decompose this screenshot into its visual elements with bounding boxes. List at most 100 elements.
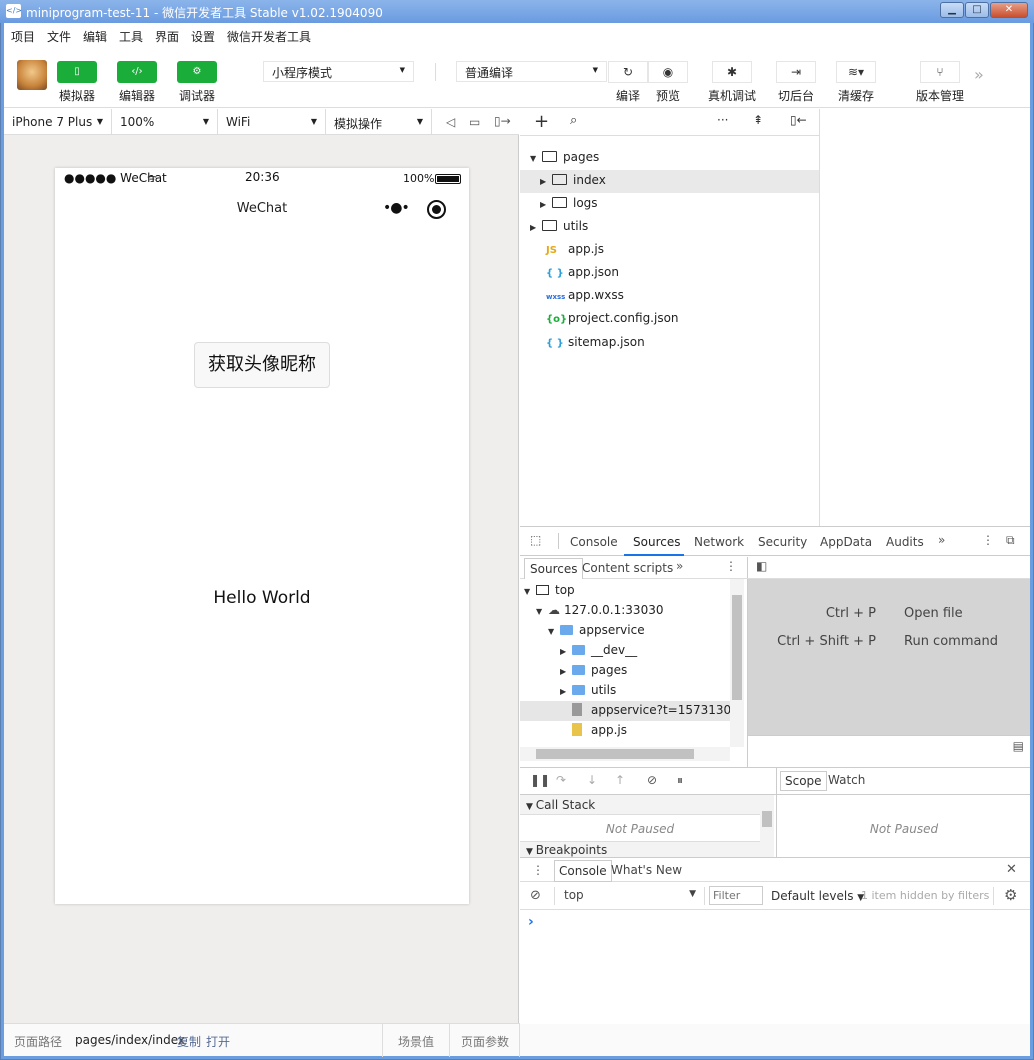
- compile-select[interactable]: 普通编译 ▼: [456, 61, 607, 82]
- pause-icon[interactable]: ❚❚: [530, 773, 550, 787]
- kebab-menu-icon[interactable]: ⋮: [532, 863, 544, 877]
- background-button[interactable]: ⇥: [776, 61, 816, 83]
- source-item-utils[interactable]: ▶ utils: [520, 681, 730, 701]
- menu-file[interactable]: 文件: [47, 28, 71, 45]
- tab-sources[interactable]: Sources: [633, 535, 680, 549]
- menu-edit[interactable]: 编辑: [83, 28, 107, 45]
- capsule-close-icon[interactable]: [427, 200, 446, 219]
- step-out-icon[interactable]: ↑: [615, 773, 625, 787]
- search-icon[interactable]: ⌕: [570, 113, 577, 128]
- kebab-menu-icon[interactable]: ⋮: [725, 559, 737, 573]
- source-item-appservice-file[interactable]: appservice?t=157313015: [520, 701, 730, 721]
- close-button[interactable]: ✕: [990, 2, 1028, 18]
- tree-item-utils[interactable]: ▶ utils: [520, 216, 819, 239]
- tree-item-app-js[interactable]: JS app.js: [520, 239, 819, 262]
- call-stack-header[interactable]: ▼ Call Stack: [520, 795, 760, 815]
- step-over-icon[interactable]: ↷: [556, 773, 566, 787]
- dock-icon[interactable]: ⧉: [1006, 533, 1015, 548]
- minimize-button[interactable]: ▁: [940, 2, 964, 18]
- source-item-dev[interactable]: ▶ __dev__: [520, 641, 730, 661]
- menu-settings[interactable]: 设置: [191, 28, 215, 45]
- page-params-button[interactable]: 页面参数: [461, 1033, 509, 1050]
- source-item-pages[interactable]: ▶ pages: [520, 661, 730, 681]
- breakpoints-header[interactable]: ▼ Breakpoints: [520, 841, 760, 857]
- tree-item-sitemap[interactable]: { } sitemap.json: [520, 332, 819, 355]
- more-tabs-icon[interactable]: »: [938, 533, 945, 547]
- source-item-host[interactable]: ▼ ☁ 127.0.0.1:33030: [520, 601, 730, 621]
- source-item-appservice[interactable]: ▼ appservice: [520, 621, 730, 641]
- filter-input[interactable]: [709, 886, 763, 905]
- clear-cache-button[interactable]: ≋▾: [836, 61, 876, 83]
- toolbar-more-icon[interactable]: »: [974, 65, 984, 84]
- tab-security[interactable]: Security: [758, 535, 807, 549]
- vertical-scrollbar[interactable]: [760, 795, 774, 857]
- zoom-select[interactable]: 100% ▼: [112, 109, 218, 135]
- toggle-debugger-icon[interactable]: ▤: [1013, 739, 1024, 753]
- menu-view[interactable]: 界面: [155, 28, 179, 45]
- network-select[interactable]: WiFi ▼: [218, 109, 326, 135]
- tab-network[interactable]: Network: [694, 535, 744, 549]
- copy-link[interactable]: 复制: [177, 1033, 201, 1050]
- call-stack-label: Call Stack: [535, 798, 596, 812]
- drawer-tab-console[interactable]: Console: [554, 860, 612, 882]
- get-userinfo-button[interactable]: 获取头像昵称: [194, 342, 330, 388]
- subtab-content-scripts[interactable]: Content scripts: [582, 561, 673, 575]
- horizontal-scrollbar[interactable]: [520, 747, 730, 761]
- more-options-icon[interactable]: ···: [717, 113, 728, 127]
- collapse-icon[interactable]: ⇞: [753, 113, 763, 127]
- vertical-scrollbar[interactable]: [730, 579, 744, 747]
- tree-item-logs[interactable]: ▶ logs: [520, 193, 819, 216]
- preview-button[interactable]: ◉: [648, 61, 688, 83]
- clear-console-icon[interactable]: ⊘: [530, 888, 541, 903]
- more-icon[interactable]: •●•: [383, 200, 410, 216]
- pause-exceptions-icon[interactable]: ⏸: [677, 773, 683, 788]
- tab-appdata[interactable]: AppData: [820, 535, 872, 549]
- levels-select[interactable]: Default levels ▼: [771, 889, 864, 903]
- wxss-file-icon: wxss: [546, 293, 566, 301]
- hide-tree-icon[interactable]: ▯←: [790, 113, 807, 127]
- inspect-icon[interactable]: ⬚: [530, 533, 541, 547]
- gear-icon[interactable]: ⚙: [1004, 886, 1017, 904]
- open-link[interactable]: 打开: [206, 1033, 230, 1050]
- tree-item-pages[interactable]: ▼ pages: [520, 147, 819, 170]
- tab-scope[interactable]: Scope: [780, 771, 827, 791]
- screen-icon[interactable]: ▭: [469, 115, 480, 129]
- tree-item-app-wxss[interactable]: wxss app.wxss: [520, 285, 819, 308]
- scene-button[interactable]: 场景值: [398, 1033, 434, 1050]
- tab-console[interactable]: Console: [570, 535, 618, 549]
- add-file-icon[interactable]: +: [534, 111, 549, 132]
- version-button[interactable]: ⑂: [920, 61, 960, 83]
- tree-item-index[interactable]: ▶ index: [520, 170, 819, 193]
- close-icon[interactable]: ✕: [1006, 862, 1017, 877]
- mute-icon[interactable]: ◁: [446, 115, 455, 129]
- more-subtabs-icon[interactable]: »: [676, 559, 683, 573]
- device-select[interactable]: iPhone 7 Plus ▼: [4, 109, 112, 135]
- editor-toggle-button[interactable]: ‹/›: [117, 61, 157, 83]
- kebab-menu-icon[interactable]: ⋮: [982, 533, 994, 547]
- menu-devtools[interactable]: 微信开发者工具: [227, 28, 311, 45]
- mode-select[interactable]: 小程序模式 ▼: [263, 61, 414, 82]
- subtab-sources[interactable]: Sources: [524, 558, 584, 579]
- simulator-toggle-button[interactable]: ▯: [57, 61, 97, 83]
- menu-tools[interactable]: 工具: [119, 28, 143, 45]
- remote-debug-button[interactable]: ✱: [712, 61, 752, 83]
- console-output[interactable]: ›: [520, 910, 1030, 1024]
- drawer-tab-whats-new[interactable]: What's New: [611, 863, 682, 877]
- avatar[interactable]: [17, 60, 47, 90]
- deactivate-breakpoints-icon[interactable]: ⊘: [647, 773, 657, 787]
- tab-watch[interactable]: Watch: [828, 773, 865, 787]
- detach-icon[interactable]: ▯→: [494, 114, 511, 128]
- context-select[interactable]: top ▼: [560, 888, 700, 906]
- menu-project[interactable]: 项目: [11, 28, 35, 45]
- source-item-app-js[interactable]: app.js: [520, 721, 730, 741]
- operation-select[interactable]: 模拟操作 ▼: [326, 109, 432, 135]
- toggle-navigator-icon[interactable]: ◧: [756, 559, 767, 573]
- tree-item-app-json[interactable]: { } app.json: [520, 262, 819, 285]
- maximize-button[interactable]: □: [965, 2, 989, 18]
- debugger-toggle-button[interactable]: ⚙: [177, 61, 217, 83]
- compile-button[interactable]: ↻: [608, 61, 648, 83]
- tab-audits[interactable]: Audits: [886, 535, 924, 549]
- tree-item-project-config[interactable]: {o}project.config.json: [520, 308, 819, 331]
- source-item-top[interactable]: ▼ top: [520, 581, 730, 601]
- step-into-icon[interactable]: ↓: [587, 773, 597, 787]
